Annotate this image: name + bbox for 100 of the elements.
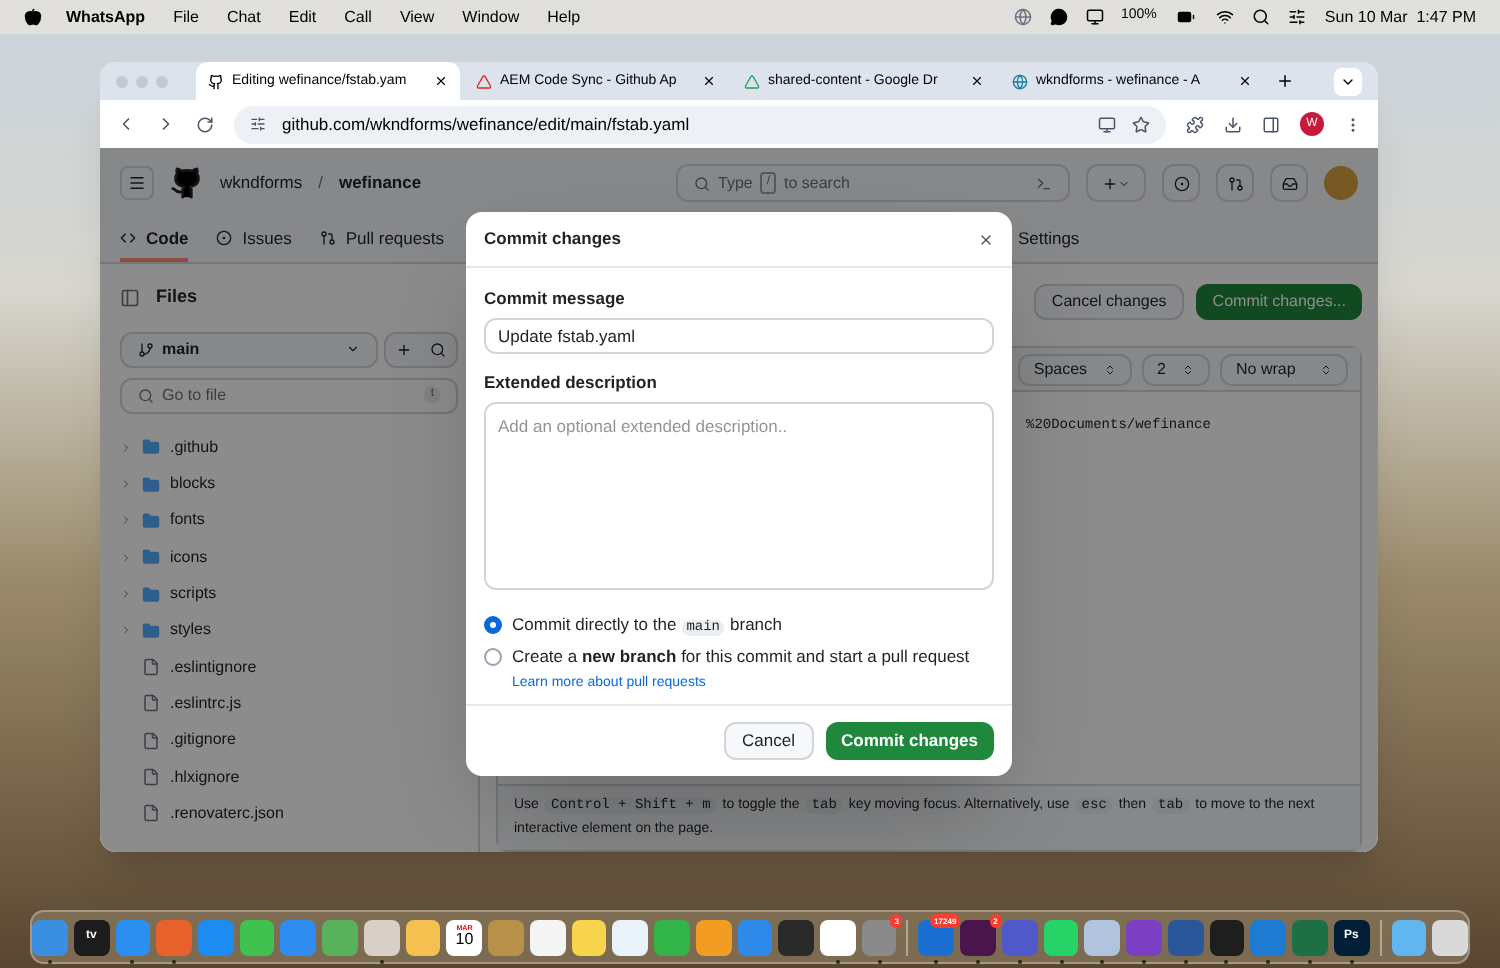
app-menu[interactable]: WhatsApp	[66, 5, 146, 29]
folder-row[interactable]: icons	[120, 539, 458, 576]
branch-icon	[138, 341, 154, 358]
site-icon	[476, 73, 492, 90]
repo-owner-link[interactable]: wkndforms	[220, 170, 303, 197]
cancel-changes-button[interactable]: Cancel changes	[1033, 284, 1185, 321]
menu-item[interactable]: Chat	[226, 5, 261, 29]
menu-item[interactable]: File	[173, 5, 199, 29]
dock-app-icon[interactable]	[695, 919, 732, 955]
download-icon[interactable]	[1224, 115, 1242, 134]
commit-changes-button[interactable]: Commit changes...	[1196, 284, 1362, 321]
radio-button[interactable]	[484, 616, 502, 635]
menu-item[interactable]: Help	[547, 5, 581, 29]
site-icon	[208, 73, 224, 90]
extended-description-field[interactable]: Add an optional extended description..	[484, 401, 994, 590]
dock-app-icon[interactable]	[405, 919, 441, 955]
folder-icon	[142, 621, 160, 640]
folder-row[interactable]: .github	[120, 429, 458, 467]
dock-app-icon[interactable]	[529, 919, 566, 955]
commit-button[interactable]: Commit changes	[825, 722, 994, 761]
radio-button[interactable]	[484, 648, 502, 667]
menu-item[interactable]: View	[399, 5, 435, 29]
menu-button[interactable]	[120, 166, 154, 201]
folder-icon	[142, 585, 160, 604]
branch-selector[interactable]: main	[120, 331, 378, 368]
issues-icon	[216, 230, 233, 247]
new-tab-icon[interactable]	[1276, 72, 1294, 91]
folder-icon	[142, 438, 160, 457]
field-label: Commit message	[484, 286, 627, 312]
editor-option-select[interactable]: Spaces	[1017, 353, 1132, 386]
pull-requests-button[interactable]	[1216, 164, 1254, 203]
bookmark-star-icon[interactable]	[1132, 115, 1150, 134]
dock-app-icon[interactable]	[571, 919, 607, 955]
cancel-button[interactable]: Cancel	[724, 722, 813, 761]
menu-item[interactable]: Window	[462, 5, 520, 29]
file-row[interactable]: .hlxignore	[120, 758, 458, 796]
inbox-icon	[1281, 175, 1297, 192]
caret-icon	[346, 342, 360, 357]
extensions-icon[interactable]	[1186, 115, 1204, 134]
expand-icon	[120, 551, 132, 564]
issues-button[interactable]	[1162, 164, 1200, 203]
repo-name-link[interactable]: wefinance	[338, 170, 422, 197]
plus-icon	[1102, 175, 1118, 192]
globe-icon[interactable]	[1013, 8, 1031, 26]
code-icon	[120, 230, 136, 247]
dock-app-icon[interactable]	[1391, 919, 1427, 955]
battery-icon[interactable]	[1174, 8, 1199, 26]
repo-nav-tab[interactable]: Issues	[216, 218, 292, 263]
expand-icon	[120, 514, 132, 527]
folder-row[interactable]: blocks	[120, 466, 458, 503]
close-icon[interactable]	[970, 74, 984, 89]
github-logo-icon[interactable]	[170, 166, 204, 201]
menu-item[interactable]: Call	[344, 5, 372, 29]
dock-app-icon[interactable]	[778, 919, 814, 955]
chat-bubble-icon[interactable]	[1049, 8, 1067, 26]
folder-icon	[142, 548, 160, 567]
search-icon[interactable]	[1252, 8, 1271, 26]
install-icon[interactable]	[1098, 115, 1116, 134]
dock-app-icon[interactable]	[1432, 919, 1468, 955]
menu-item[interactable]: Edit	[288, 5, 317, 29]
file-icon	[142, 658, 160, 677]
close-icon[interactable]	[434, 74, 448, 89]
close-icon[interactable]	[978, 231, 994, 248]
display-icon[interactable]	[1085, 8, 1103, 26]
command-palette-icon[interactable]	[1036, 175, 1052, 192]
close-icon[interactable]	[1238, 74, 1252, 89]
files-heading: Files	[156, 284, 198, 311]
tab-search-button[interactable]	[1334, 67, 1362, 96]
issue-icon	[1173, 175, 1189, 192]
address-bar[interactable]: github.com/wkndforms/wefinance/edit/main/fstab.yaml	[234, 105, 1166, 144]
folder-row[interactable]: scripts	[120, 575, 458, 613]
repo-nav-tab[interactable]: Code	[120, 218, 189, 263]
menu-bar-clock: Sun 10 Mar 1:47 PM	[1324, 5, 1476, 29]
collapse-panel-icon[interactable]	[120, 287, 140, 308]
dock-app-icon[interactable]	[239, 919, 275, 955]
side-panel-icon[interactable]	[1262, 115, 1280, 134]
wifi-icon[interactable]	[1216, 8, 1235, 26]
file-row[interactable]: .eslintignore	[120, 649, 458, 686]
control-center-icon[interactable]	[1288, 8, 1307, 26]
inbox-button[interactable]	[1270, 164, 1308, 203]
folder-row[interactable]: fonts	[120, 502, 458, 540]
commit-message-field[interactable]: Update fstab.yaml	[484, 317, 994, 354]
editor-option-select[interactable]: 2	[1141, 353, 1210, 386]
site-icon	[1012, 73, 1028, 90]
caret-icon	[1118, 177, 1130, 190]
create-new-button[interactable]	[1086, 164, 1146, 203]
repo-nav-tab[interactable]: Pull requests	[319, 218, 444, 263]
file-row[interactable]: .gitignore	[120, 722, 458, 759]
close-icon[interactable]	[702, 74, 716, 89]
file-row[interactable]: .renovaterc.json	[120, 795, 458, 832]
user-avatar[interactable]	[1324, 166, 1358, 201]
site-settings-icon[interactable]	[250, 116, 266, 133]
folder-row[interactable]: styles	[120, 612, 458, 650]
dock-app-icon[interactable]	[612, 919, 649, 955]
editor-option-select[interactable]: No wrap	[1220, 353, 1348, 386]
file-icon	[142, 694, 160, 713]
add-file-icon[interactable]	[395, 341, 412, 358]
file-row[interactable]: .eslintrc.js	[120, 685, 458, 723]
reload-icon[interactable]	[196, 115, 214, 134]
apple-icon[interactable]	[24, 8, 42, 26]
